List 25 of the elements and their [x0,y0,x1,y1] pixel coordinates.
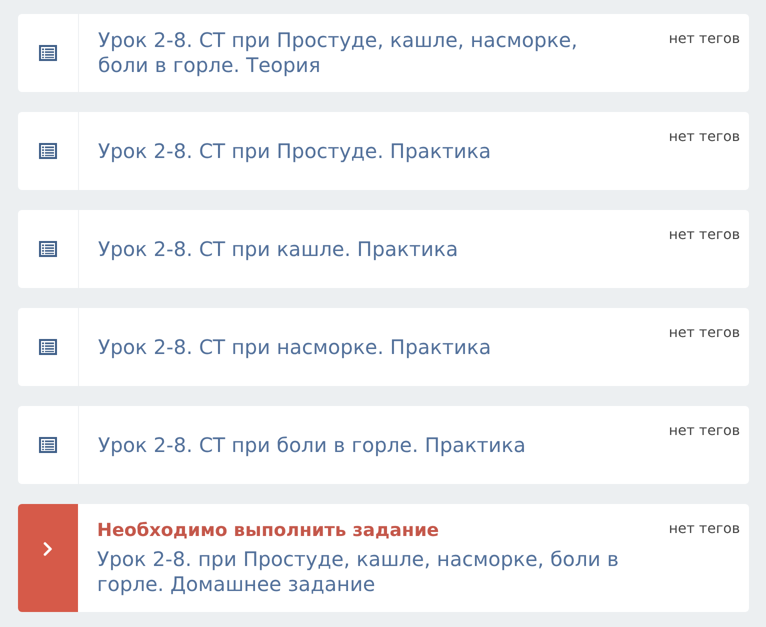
list-icon [39,437,57,453]
lesson-card[interactable]: Необходимо выполнить задание Урок 2-8. при Простуде, кашле, насморке, боли в горле. Домашнее задание нет тегов [18,504,749,612]
tags-label: нет тегов [668,325,740,341]
lesson-title: Урок 2-8. СТ при боли в горле. Практика [98,432,527,458]
lesson-title: Урок 2-8. СТ при кашле. Практика [98,236,460,262]
tags-label: нет тегов [668,227,740,243]
task-notice: Необходимо выполнить задание [97,519,440,543]
lesson-card[interactable]: Урок 2-8. СТ при Простуде. Практика нет тегов [18,112,749,190]
list-icon [39,339,57,355]
lesson-title: Урок 2-8. СТ при насморке. Практика [98,334,492,360]
lesson-card[interactable]: Урок 2-8. СТ при Простуде, кашле, насморке, боли в горле. Теория нет тегов [18,14,749,92]
tags-label: нет тегов [668,129,740,145]
tags-label: нет тегов [668,31,740,47]
list-icon [39,143,57,159]
lesson-card[interactable]: Урок 2-8. СТ при кашле. Практика нет тегов [18,210,749,288]
lesson-title: Урок 2-8. при Простуде, кашле, насморке, боли в горле. Домашнее задание [97,547,620,597]
tags-label: нет тегов [668,521,740,537]
lesson-card[interactable]: Урок 2-8. СТ при насморке. Практика нет тегов [18,308,749,386]
lesson-card[interactable]: Урок 2-8. СТ при боли в горле. Практика нет тегов [18,406,749,484]
lesson-title: Урок 2-8. СТ при Простуде, кашле, насморке, боли в горле. Теория [98,28,578,78]
lesson-title: Урок 2-8. СТ при Простуде. Практика [98,138,492,164]
tags-label: нет тегов [668,423,740,439]
list-icon [39,241,57,257]
list-icon [39,45,57,61]
chevron-right-icon [43,542,53,556]
